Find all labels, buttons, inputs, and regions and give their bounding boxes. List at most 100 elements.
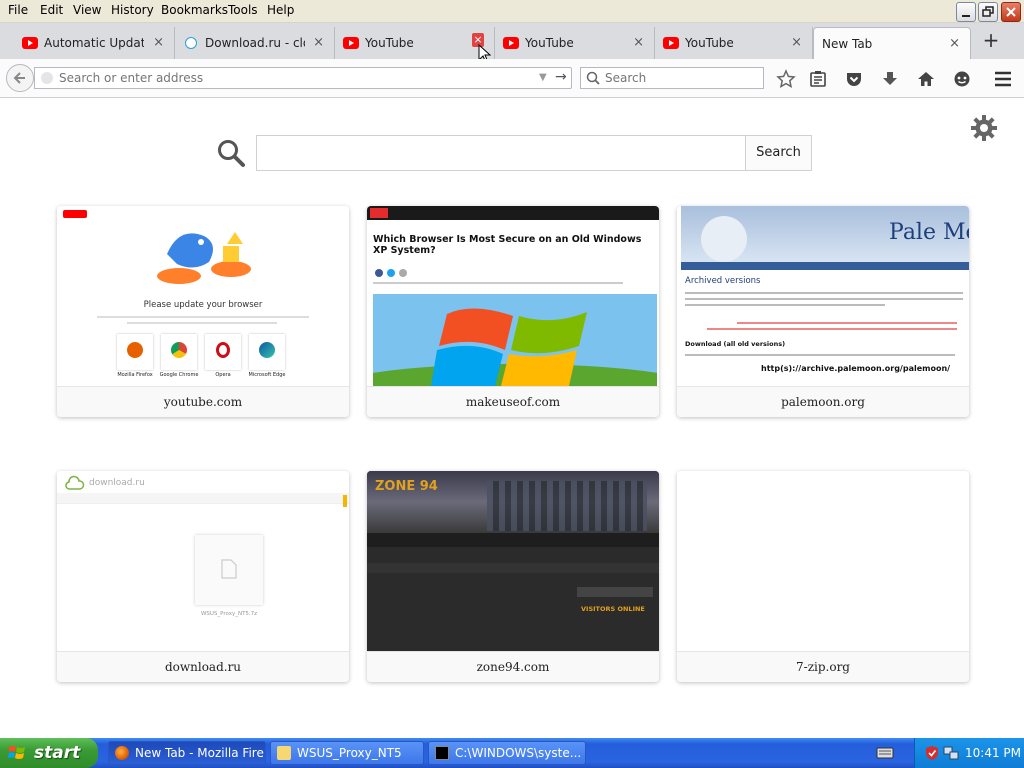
edge-option: Microsoft Edge — [249, 334, 285, 378]
tile-zone94[interactable]: ZONE 94 VISITORS ONLINE zone94.com — [367, 471, 659, 682]
security-shield-icon[interactable] — [925, 745, 939, 761]
opera-icon — [216, 342, 230, 358]
tab-youtube-3[interactable]: YouTube × — [655, 27, 813, 59]
address-input[interactable] — [59, 70, 529, 86]
tab-close-icon[interactable]: × — [949, 36, 960, 51]
tab-download-ru[interactable]: Download.ru - clou... × — [175, 27, 335, 59]
menu-bar: File Edit View History Bookmarks Tools H… — [0, 0, 1024, 23]
tab-title: YouTube — [365, 36, 414, 50]
tab-close-icon[interactable]: × — [791, 35, 802, 50]
tile-label: palemoon.org — [677, 386, 969, 417]
network-icon[interactable] — [943, 745, 959, 761]
opera-option: Opera — [205, 334, 241, 378]
search-button[interactable]: Search — [746, 135, 812, 171]
taskbar-item-cmd[interactable]: C:\WINDOWS\syste... — [428, 741, 586, 765]
menu-edit[interactable]: Edit — [40, 3, 63, 17]
tab-close-icon[interactable]: × — [313, 35, 324, 50]
site-banner: ZONE 94 — [367, 471, 659, 533]
command-prompt-icon — [435, 746, 449, 760]
new-tab-button[interactable]: + — [980, 30, 1002, 52]
tile-download-ru[interactable]: download.ru WSUS_Proxy_NT5.7z download.r… — [57, 471, 349, 682]
download-icon[interactable] — [880, 69, 900, 89]
taskbar-item-firefox[interactable]: New Tab - Mozilla Fire... — [108, 741, 266, 765]
url-bar[interactable]: ▼ → — [34, 67, 572, 89]
youtube-icon — [22, 37, 38, 49]
start-button[interactable]: start — [0, 738, 98, 768]
tile-label: 7-zip.org — [677, 651, 969, 682]
chrome-option: Google Chrome — [160, 334, 198, 378]
taskbar: start New Tab - Mozilla Fire... WSUS_Pro… — [0, 738, 1024, 768]
search-input[interactable] — [605, 70, 755, 86]
tab-close-icon[interactable]: × — [633, 35, 644, 50]
restore-button[interactable] — [978, 2, 998, 22]
youtube-logo — [63, 210, 87, 218]
tab-youtube-2[interactable]: YouTube × — [495, 27, 655, 59]
site-brand: Pale Mo — [889, 220, 969, 245]
tab-new-tab[interactable]: New Tab × — [813, 27, 971, 59]
menu-file[interactable]: File — [8, 3, 28, 17]
back-button[interactable] — [6, 64, 34, 92]
tab-title: New Tab — [822, 37, 873, 51]
tab-automatic-updates[interactable]: Automatic Updates... × — [0, 27, 175, 59]
text-line — [685, 292, 963, 294]
chat-icon[interactable] — [952, 69, 972, 89]
close-window-button[interactable] — [1001, 2, 1021, 22]
cloud-download-icon — [65, 475, 85, 490]
muo-logo — [370, 208, 388, 218]
file-preview — [195, 535, 263, 605]
tile-palemoon[interactable]: Pale Mo Archived versions Download (all … — [677, 206, 969, 417]
web-search-input[interactable] — [256, 135, 746, 171]
windows-xp-logo-image — [373, 294, 657, 386]
menu-history[interactable]: History — [111, 3, 154, 17]
file-name: WSUS_Proxy_NT5.7z — [200, 611, 258, 617]
tab-close-icon[interactable]: × — [153, 35, 164, 50]
tile-thumbnail: ZONE 94 VISITORS ONLINE — [367, 471, 659, 651]
archive-link: http(s)://archive.palemoon.org/palemoon/ — [761, 364, 951, 373]
breadcrumb-bar — [367, 563, 659, 573]
tab-youtube-1[interactable]: YouTube × — [335, 27, 495, 59]
moon-graphic — [701, 216, 747, 262]
social-share-icons — [375, 266, 415, 277]
tile-7zip[interactable]: 7-zip.org — [677, 471, 969, 682]
menu-tools[interactable]: Tools — [228, 3, 258, 17]
download-ru-icon — [185, 37, 197, 49]
download-heading: Download (all old versions) — [685, 340, 786, 348]
keyboard-icon[interactable] — [876, 746, 894, 760]
pocket-icon[interactable] — [844, 69, 864, 89]
chevron-down-icon[interactable]: ▼ — [539, 72, 547, 83]
youtube-icon — [343, 37, 359, 49]
menu-help[interactable]: Help — [267, 3, 294, 17]
article-excerpt-line — [373, 282, 623, 284]
tab-title: Automatic Updates... — [44, 36, 144, 50]
back-arrow-icon — [13, 72, 25, 84]
go-arrow-icon[interactable]: → — [555, 69, 567, 85]
firefox-icon — [127, 342, 143, 358]
tile-makeuseof[interactable]: Which Browser Is Most Secure on an Old W… — [367, 206, 659, 417]
home-icon[interactable] — [916, 69, 936, 89]
close-icon — [1006, 7, 1016, 17]
hamburger-menu-icon[interactable] — [993, 69, 1013, 89]
text-line — [685, 304, 885, 306]
article-headline: Which Browser Is Most Secure on an Old W… — [373, 234, 642, 256]
clock[interactable]: 10:41 PM — [965, 738, 1021, 768]
star-icon[interactable] — [776, 69, 796, 89]
taskbar-item-folder[interactable]: WSUS_Proxy_NT5 — [270, 741, 424, 765]
site-menu — [367, 533, 659, 547]
tile-youtube[interactable]: Please update your browser Mozilla Firef… — [57, 206, 349, 417]
reading-list-icon[interactable] — [808, 69, 828, 89]
menu-bookmarks[interactable]: Bookmarks — [161, 3, 228, 17]
task-label: C:\WINDOWS\syste... — [455, 746, 582, 760]
youtube-mascot-illustration — [157, 232, 251, 284]
tile-thumbnail — [677, 471, 969, 651]
tile-thumbnail: Which Browser Is Most Secure on an Old W… — [367, 206, 659, 386]
site-menu — [681, 262, 969, 270]
menu-view[interactable]: View — [73, 3, 101, 17]
gear-icon[interactable] — [970, 114, 998, 142]
restore-icon — [982, 6, 994, 17]
file-toolbar — [57, 493, 349, 504]
tile-label: download.ru — [57, 651, 349, 682]
minimize-button[interactable] — [956, 2, 976, 22]
youtube-icon — [663, 37, 679, 49]
search-bar[interactable] — [580, 67, 764, 89]
chrome-label: Google Chrome — [159, 372, 199, 378]
